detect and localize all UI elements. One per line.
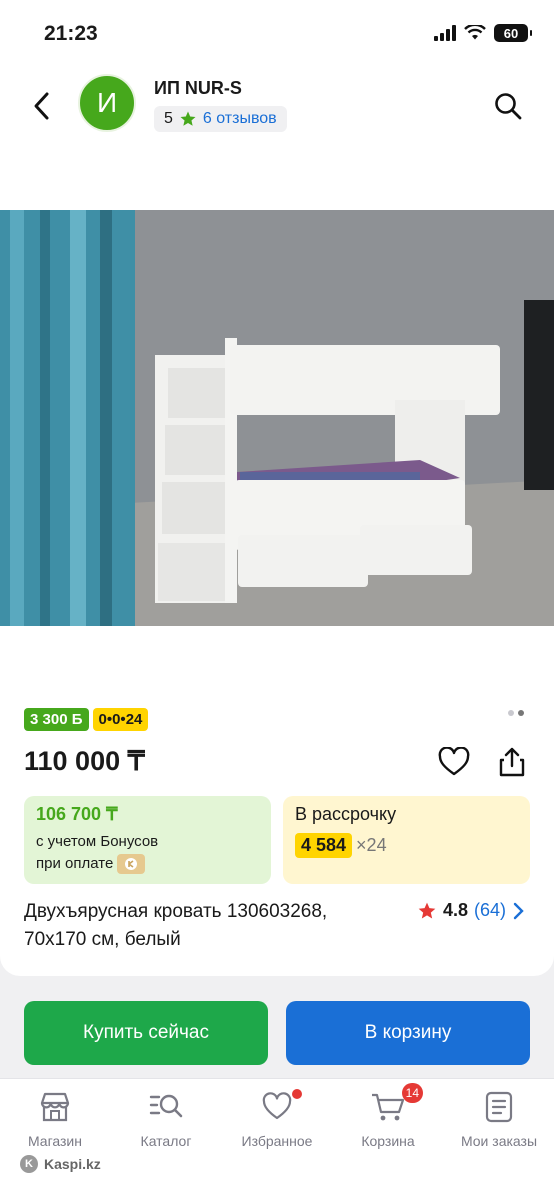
status-time: 21:23 <box>44 22 98 45</box>
shop-rating-value: 5 <box>164 110 173 127</box>
product-photo[interactable] <box>0 210 554 626</box>
bonus-badge: 3 300 Б <box>24 708 89 731</box>
brand-name: Kaspi.kz <box>44 1156 101 1172</box>
store-icon <box>40 1092 70 1122</box>
product-title: Двухъярусная кровать 130603268, 70х170 с… <box>24 901 328 950</box>
bonus-text-line2-row: при оплате <box>36 853 259 875</box>
battery-icon: 60 <box>494 24 532 42</box>
installment-amount: 4 584 <box>295 833 353 858</box>
product-card: 3 300 Б 0•0•24 110 000 ₸ 106 700 ₸ с уче… <box>0 626 554 976</box>
installment-box[interactable]: В рассрочку 4 584 ×24 <box>283 796 530 884</box>
add-to-cart-button[interactable]: В корзину <box>286 1001 530 1065</box>
gallery-dots <box>508 710 524 716</box>
shop-rating[interactable]: 5 6 отзывов <box>154 106 287 132</box>
star-icon <box>180 111 196 126</box>
cart-count-badge: 14 <box>401 1083 423 1103</box>
tab-favorites[interactable]: Избранное <box>222 1089 332 1149</box>
bonus-text-line1: с учетом Бонусов <box>36 833 159 850</box>
chevron-left-icon <box>34 92 49 120</box>
status-icons: 60 <box>434 24 532 42</box>
catalog-search-icon <box>149 1094 183 1118</box>
product-price: 110 000 ₸ <box>24 746 145 776</box>
bonus-price: 106 700 ₸ <box>36 804 118 824</box>
tab-label: Магазин <box>27 1133 82 1149</box>
shop-reviews-link[interactable]: 6 отзывов <box>203 110 277 128</box>
kaspi-brand: K Kaspi.kz <box>20 1155 101 1173</box>
tab-cart[interactable]: 14 Корзина <box>333 1083 443 1149</box>
rating-count: (64) <box>473 900 506 920</box>
kaspi-logo-icon: K <box>20 1155 38 1173</box>
wifi-icon <box>464 25 486 40</box>
back-button[interactable] <box>24 88 60 124</box>
favorites-notification-dot <box>292 1089 302 1099</box>
search-icon <box>495 93 522 120</box>
signal-icon <box>434 25 456 41</box>
tab-store[interactable]: Магазин <box>0 1089 110 1149</box>
promo-badges: 3 300 Б 0•0•24 <box>24 708 149 731</box>
tab-label: Каталог <box>140 1133 192 1149</box>
tab-catalog[interactable]: Каталог <box>111 1089 221 1149</box>
tab-label: Избранное <box>241 1133 313 1149</box>
orders-icon <box>485 1091 513 1123</box>
bottom-tab-bar: Магазин Каталог Избранное 14 Корзина Мои… <box>0 1078 554 1200</box>
bonus-text-line2: при оплате <box>36 855 114 872</box>
search-button[interactable] <box>490 88 526 124</box>
shop-avatar[interactable]: И <box>78 74 136 132</box>
rating-value: 4.8 <box>442 900 468 920</box>
heart-icon <box>438 747 470 776</box>
bonus-price-box[interactable]: 106 700 ₸ с учетом Бонусов при оплате <box>24 796 271 884</box>
tab-label: Корзина <box>361 1133 415 1149</box>
tab-label: Мои заказы <box>460 1133 538 1149</box>
status-bar: 21:23 60 <box>0 0 554 70</box>
shop-header: И ИП NUR-S 5 6 отзывов <box>0 70 554 210</box>
tab-orders[interactable]: Мои заказы <box>444 1089 554 1149</box>
product-rating[interactable]: 4.8 (64) <box>417 900 524 921</box>
cart-icon <box>372 1093 405 1121</box>
installment-months: ×24 <box>356 835 387 855</box>
buy-now-button[interactable]: Купить сейчас <box>24 1001 268 1065</box>
share-button[interactable] <box>494 744 530 780</box>
star-icon <box>418 902 436 918</box>
heart-icon <box>262 1092 292 1120</box>
favorite-button[interactable] <box>436 744 472 780</box>
share-icon <box>499 747 525 777</box>
installment-badge: 0•0•24 <box>92 708 149 731</box>
kaspi-pay-icon <box>117 854 146 875</box>
installment-row: 4 584 ×24 <box>295 833 518 858</box>
chevron-right-icon <box>513 902 524 919</box>
bonus-description: с учетом Бонусов при оплате <box>36 831 259 875</box>
installment-label: В рассрочку <box>295 804 397 824</box>
shop-name[interactable]: ИП NUR-S <box>154 78 242 99</box>
